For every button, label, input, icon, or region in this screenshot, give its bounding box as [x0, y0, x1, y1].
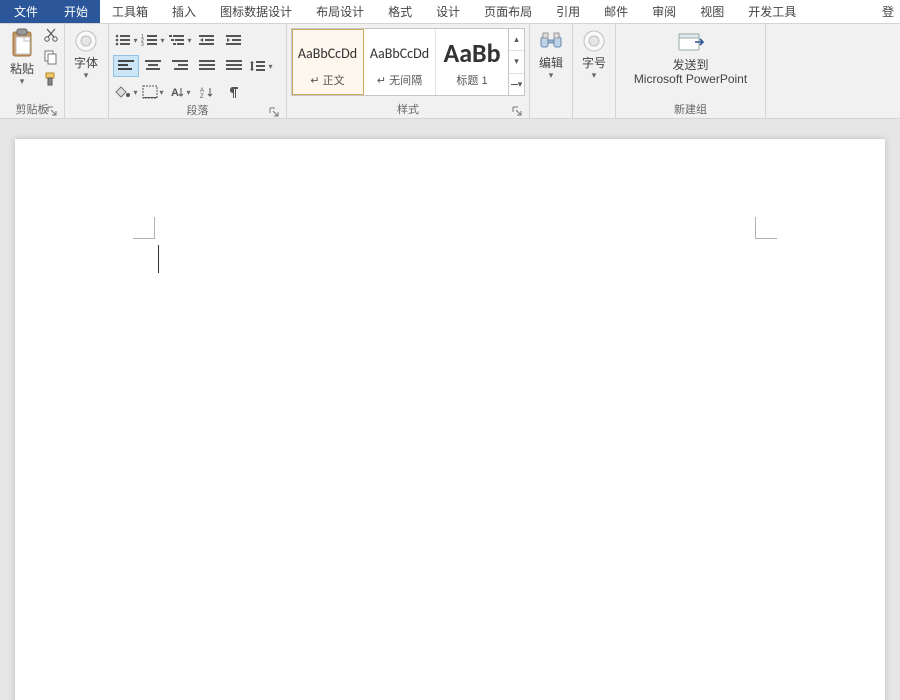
align-center-button[interactable] — [140, 55, 166, 77]
tab-toolbox[interactable]: 工具箱 — [100, 0, 160, 23]
group-clipboard: 粘贴 ▾ — [0, 24, 65, 118]
tab-icondata[interactable]: 图标数据设计 — [208, 0, 304, 23]
tab-layoutdesign[interactable]: 布局设计 — [304, 0, 376, 23]
send-to-label: 发送到 — [672, 58, 708, 72]
style-item-nospacing[interactable]: AaBbCcDd ↵ 无间隔 — [364, 29, 436, 95]
binoculars-icon — [538, 28, 564, 54]
borders-button[interactable]: ▾ — [140, 81, 166, 103]
shading-button[interactable]: ▾ — [113, 81, 139, 103]
send-to-icon — [675, 28, 707, 56]
tab-references[interactable]: 引用 — [544, 0, 592, 23]
dialog-launcher-styles[interactable] — [510, 104, 523, 117]
tab-design[interactable]: 设计 — [424, 0, 472, 23]
tab-format[interactable]: 格式 — [376, 0, 424, 23]
style-item-normal[interactable]: AaBbCcDd ↵ 正文 — [292, 29, 364, 95]
fontsize-button[interactable]: 字号 ▾ — [577, 26, 611, 82]
fontsize-label: 字号 — [582, 56, 606, 70]
margin-corner-top-right — [755, 217, 777, 239]
tab-insert[interactable]: 插入 — [160, 0, 208, 23]
format-painter-button[interactable] — [42, 70, 60, 88]
page[interactable] — [15, 139, 885, 700]
increase-indent-button[interactable] — [221, 29, 247, 51]
tab-login[interactable]: 登 — [870, 0, 900, 23]
font-icon — [73, 28, 99, 54]
sort-button[interactable]: AZ — [194, 81, 220, 103]
group-newgroup-label: 新建组 — [620, 102, 761, 118]
copy-icon — [43, 49, 59, 65]
bullets-button[interactable]: ▾ — [113, 29, 139, 51]
style-item-heading1[interactable]: AaBb 标题 1 — [436, 29, 508, 95]
font-button[interactable]: 字体 ▾ — [69, 26, 103, 82]
editing-label: 编辑 — [539, 56, 563, 70]
style-name-label: ↵ 正文 — [310, 72, 344, 88]
copy-button[interactable] — [42, 48, 60, 66]
text-direction-button[interactable]: A▾ — [167, 81, 193, 103]
line-spacing-button[interactable]: ▾ — [248, 55, 274, 77]
group-paragraph-label: 段落 — [113, 103, 282, 119]
paste-icon — [8, 28, 36, 60]
tab-review[interactable]: 审阅 — [640, 0, 688, 23]
dialog-launcher-paragraph[interactable] — [267, 105, 280, 118]
chevron-down-icon: ▾ — [84, 71, 89, 80]
tab-home[interactable]: 开始 — [52, 0, 100, 23]
style-name-label: 标题 1 — [456, 72, 487, 88]
tab-view[interactable]: 视图 — [688, 0, 736, 23]
chevron-down-icon: ▾ — [592, 71, 597, 80]
ribbon-tabs: 文件 开始 工具箱 插入 图标数据设计 布局设计 格式 设计 页面布局 引用 邮… — [0, 0, 900, 24]
paste-label: 粘贴 — [10, 62, 34, 76]
fontsize-icon — [581, 28, 607, 54]
numbering-button[interactable]: 123▾ — [140, 29, 166, 51]
show-marks-button[interactable] — [221, 81, 247, 103]
group-paragraph: ▾ 123▾ ▾ ▾ ▾ ▾ A▾ — [109, 24, 287, 118]
scissors-icon — [43, 27, 59, 43]
svg-text:3: 3 — [141, 42, 144, 47]
format-painter-icon — [43, 71, 59, 87]
chevron-down-icon: ▾ — [20, 77, 25, 86]
align-justify-button[interactable] — [194, 55, 220, 77]
decrease-indent-button[interactable] — [194, 29, 220, 51]
gallery-scrollbar: ▴ ▾ ▾ — [508, 29, 524, 95]
tab-developer[interactable]: 开发工具 — [736, 0, 808, 23]
editing-button[interactable]: 编辑 ▾ — [534, 26, 568, 82]
style-preview: AaBb — [443, 36, 500, 70]
group-fontsize: 字号 ▾ — [573, 24, 616, 118]
multilevel-list-button[interactable]: ▾ — [167, 29, 193, 51]
gallery-row-up[interactable]: ▴ — [509, 29, 524, 51]
tab-pagelayout[interactable]: 页面布局 — [472, 0, 544, 23]
group-styles-label: 样式 — [291, 102, 525, 118]
style-preview: AaBbCcDd — [298, 36, 357, 70]
styles-gallery: AaBbCcDd ↵ 正文 AaBbCcDd ↵ 无间隔 AaBb 标题 1 ▴… — [291, 28, 525, 96]
style-preview: AaBbCcDd — [370, 36, 429, 70]
margin-corner-top-left — [133, 217, 155, 239]
gallery-more[interactable]: ▾ — [509, 74, 524, 95]
gallery-row-down[interactable]: ▾ — [509, 51, 524, 73]
group-clipboard-label: 剪贴板 — [4, 102, 60, 118]
paste-button[interactable]: 粘贴 ▾ — [4, 26, 40, 88]
chevron-down-icon: ▾ — [549, 71, 554, 80]
ribbon: 粘贴 ▾ — [0, 24, 900, 119]
tab-mail[interactable]: 邮件 — [592, 0, 640, 23]
send-to-sublabel: Microsoft PowerPoint — [634, 72, 747, 86]
style-name-label: ↵ 无间隔 — [377, 72, 422, 88]
group-font: 字体 ▾ — [65, 24, 109, 118]
font-label: 字体 — [74, 56, 98, 70]
dialog-launcher-clipboard[interactable] — [45, 104, 58, 117]
text-cursor — [158, 245, 159, 273]
cut-button[interactable] — [42, 26, 60, 44]
align-right-button[interactable] — [167, 55, 193, 77]
send-to-powerpoint-button[interactable]: 发送到 Microsoft PowerPoint — [621, 26, 761, 88]
document-area — [0, 119, 900, 700]
group-editing: 编辑 ▾ — [530, 24, 573, 118]
align-left-button[interactable] — [113, 55, 139, 77]
group-styles: AaBbCcDd ↵ 正文 AaBbCcDd ↵ 无间隔 AaBb 标题 1 ▴… — [287, 24, 530, 118]
group-newgroup: 发送到 Microsoft PowerPoint 新建组 — [616, 24, 766, 118]
align-distributed-button[interactable] — [221, 55, 247, 77]
tab-file[interactable]: 文件 — [0, 0, 52, 23]
svg-text:A: A — [171, 87, 179, 99]
svg-text:Z: Z — [200, 94, 204, 99]
